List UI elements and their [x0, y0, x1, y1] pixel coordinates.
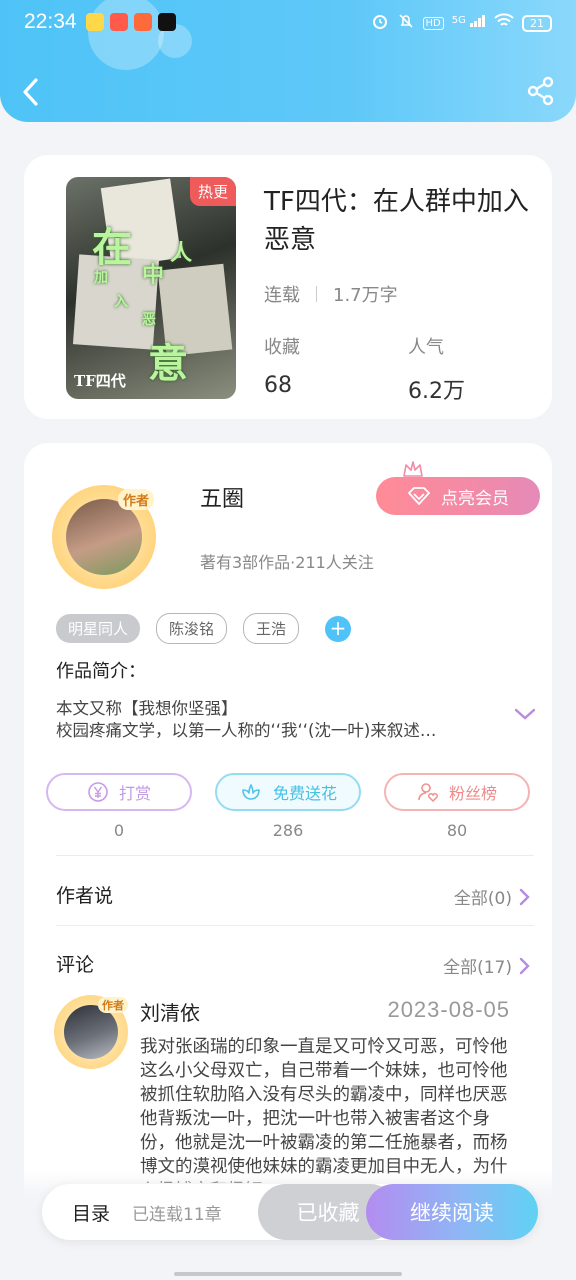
- book-title: TF四代：在人群中加入恶意: [264, 187, 529, 255]
- tag-chip[interactable]: 王浩: [243, 613, 300, 644]
- chevron-right-icon: [519, 957, 530, 974]
- cover-title-char: 在: [92, 224, 132, 271]
- status-indicators: HD 5G 21: [371, 12, 552, 34]
- signal-icon: 5G: [452, 15, 486, 31]
- stat-label: 人气: [408, 337, 444, 358]
- comments-title: 评论: [56, 954, 95, 976]
- send-flower-label: 免费送花: [272, 784, 337, 803]
- status-time: 22:34: [24, 10, 77, 33]
- cover-title-char: 加: [94, 270, 108, 286]
- cover-title-char: 人: [170, 240, 193, 266]
- weibo-icon: [110, 13, 128, 31]
- hot-update-badge: 热更: [189, 177, 236, 206]
- book-cover[interactable]: 在 人 中 加 入 恶 意 TF四代 热更: [66, 177, 236, 399]
- fan-ranking-label: 粉丝榜: [448, 784, 497, 803]
- cover-logo: TF四代: [74, 372, 126, 390]
- chevron-right-icon: [519, 888, 530, 905]
- vip-button-label: 点亮会员: [441, 488, 509, 509]
- intro-title: 作品简介：: [56, 661, 146, 682]
- flower-count: 286: [272, 821, 304, 840]
- cover-title-char: 入: [114, 294, 128, 310]
- section-divider: [56, 855, 534, 856]
- mute-icon: [397, 12, 415, 34]
- vip-button[interactable]: 点亮会员: [376, 477, 540, 515]
- comments-more-label: 全部(17): [443, 958, 512, 978]
- app-notification-icon: [134, 13, 152, 31]
- wifi-icon: [494, 13, 514, 33]
- avatar-image: [66, 499, 142, 575]
- cover-title-char: 意: [148, 340, 188, 387]
- tag-chip[interactable]: 明星同人: [56, 614, 141, 643]
- signal-label: 5G: [451, 15, 466, 26]
- author-info: 著有3部作品·211人关注: [200, 553, 374, 572]
- top-header: 22:34 HD 5G 21: [0, 0, 576, 122]
- chevron-left-icon: [23, 78, 38, 106]
- author-badge: 作者: [117, 489, 154, 510]
- stat-value: 68: [264, 373, 292, 398]
- book-status: 连载: [264, 285, 300, 306]
- tip-button-label: 打赏: [118, 784, 151, 803]
- tiktok-icon: [158, 13, 176, 31]
- book-info-card: 在 人 中 加 入 恶 意 TF四代 热更 TF四代：在人群中加入恶意 连载 1…: [24, 155, 552, 419]
- comment-avatar[interactable]: 作者: [54, 995, 128, 1069]
- continue-reading-button[interactable]: 继续阅读: [366, 1184, 538, 1240]
- app-notification-icon: [86, 13, 104, 31]
- author-says-more-link[interactable]: 全部(0): [454, 884, 530, 909]
- avatar-image: [64, 1005, 118, 1059]
- book-detail-card: 作者 五圈 著有3部作品·211人关注 点亮会员 明星同人 陈浚铭 王浩 + 作…: [24, 443, 552, 1280]
- tag-list: 明星同人 陈浚铭 王浩 +: [56, 613, 352, 644]
- author-says-more-label: 全部(0): [453, 889, 512, 909]
- diamond-icon: [408, 487, 430, 505]
- notification-icons: [86, 13, 176, 31]
- hd-icon: HD: [422, 16, 444, 30]
- book-meta: 连载 1.7万字: [264, 281, 398, 307]
- tip-button[interactable]: 打赏: [46, 773, 192, 811]
- alarm-icon: [371, 12, 389, 34]
- book-word-count: 1.7万字: [333, 285, 398, 306]
- toc-status[interactable]: 已连载11章: [132, 1200, 222, 1225]
- stat-favorites: 收藏 68: [264, 333, 300, 398]
- add-tag-button[interactable]: +: [325, 615, 352, 642]
- home-indicator[interactable]: [174, 1272, 402, 1276]
- send-flower-button[interactable]: 免费送花: [215, 773, 361, 811]
- comment-date: 2023-08-05: [387, 997, 510, 1022]
- yen-coin-icon: [88, 782, 108, 802]
- bottom-action-bar: 目录 已连载11章 已收藏 继续阅读: [42, 1184, 538, 1240]
- battery-icon: 21: [522, 14, 552, 32]
- section-divider: [56, 925, 534, 926]
- toc-button[interactable]: 目录: [72, 1199, 110, 1226]
- comments-more-link[interactable]: 全部(17): [443, 953, 530, 978]
- comment-username[interactable]: 刘清依: [140, 997, 200, 1026]
- tip-count: 0: [113, 821, 125, 840]
- intro-line: 校园疼痛文学，以第一人称的‘‘我‘‘(沈一叶)来叙述…: [56, 721, 437, 740]
- flower-icon: [242, 784, 260, 800]
- tag-chip[interactable]: 陈浚铭: [156, 613, 228, 644]
- stat-value: 6.2万: [408, 379, 465, 404]
- meta-divider: [316, 286, 317, 302]
- cover-title-char: 恶: [142, 312, 156, 328]
- back-button[interactable]: [18, 74, 48, 110]
- chevron-down-icon[interactable]: [514, 707, 536, 721]
- author-name[interactable]: 五圈: [200, 481, 244, 513]
- author-badge: 作者: [98, 997, 128, 1013]
- share-button[interactable]: [526, 76, 556, 106]
- stat-popularity: 人气 6.2万: [408, 333, 465, 405]
- share-icon: [527, 76, 554, 106]
- stat-label: 收藏: [264, 337, 300, 358]
- comment-text[interactable]: 我对张函瑞的印象一直是又可怜又可恶，可怜他这么小父母双亡，自己带着一个妹妹，也可…: [140, 1035, 512, 1183]
- status-bar: 22:34 HD 5G 21: [0, 0, 576, 46]
- cover-title-char: 中: [142, 262, 165, 288]
- fan-count: 80: [446, 821, 468, 840]
- fan-ranking-button[interactable]: 粉丝榜: [384, 773, 530, 811]
- author-says-title: 作者说: [56, 885, 114, 907]
- user-heart-icon: [418, 783, 438, 803]
- author-avatar[interactable]: 作者: [52, 485, 156, 589]
- intro-text[interactable]: 本文又称【我想你坚强】 校园疼痛文学，以第一人称的‘‘我‘‘(沈一叶)来叙述…: [56, 698, 504, 742]
- intro-line: 本文又称【我想你坚强】: [56, 699, 238, 718]
